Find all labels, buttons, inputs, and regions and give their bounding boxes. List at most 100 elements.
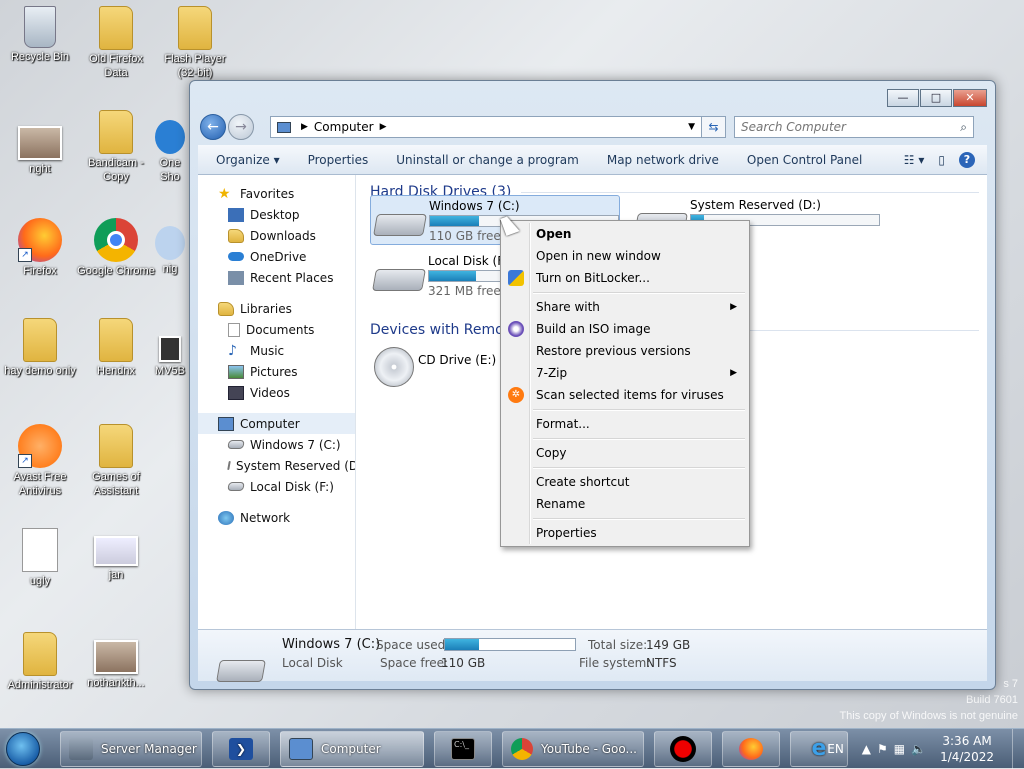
desktop-icon-recycle-bin[interactable]: Recycle Bin (0, 6, 80, 64)
nav-drive-d[interactable]: System Reserved (D: (198, 455, 355, 476)
taskbar-recorder[interactable] (654, 730, 712, 767)
desktop-icon-flash-player[interactable]: Flash Player (32-bit) (155, 6, 235, 80)
menu-item-copy[interactable]: Copy (503, 442, 747, 464)
taskbar-chrome-youtube[interactable]: YouTube - Goo... (502, 730, 644, 767)
nav-downloads[interactable]: Downloads (198, 225, 355, 246)
menu-item-share-with[interactable]: Share with ▶ (503, 296, 747, 318)
properties-button[interactable]: Properties (308, 153, 369, 167)
nav-drive-f[interactable]: Local Disk (F:) (198, 476, 355, 497)
network-status-icon[interactable]: ▦ (894, 742, 905, 756)
refresh-button[interactable]: ⇆ (702, 116, 726, 138)
nav-music[interactable]: ♪ Music (198, 340, 355, 361)
search-input[interactable] (741, 120, 941, 134)
menu-item-create-shortcut[interactable]: Create shortcut (503, 471, 747, 493)
uninstall-program-button[interactable]: Uninstall or change a program (396, 153, 579, 167)
menu-item-properties[interactable]: Properties (503, 522, 747, 544)
breadcrumb-computer[interactable]: Computer (314, 120, 374, 134)
address-field[interactable]: ▶ Computer ▶ ▼ (270, 116, 702, 138)
video-filmstrip-icon (228, 385, 244, 400)
chrome-icon (511, 737, 533, 760)
windows-orb-icon (6, 731, 40, 766)
menu-item-scan-viruses[interactable]: ✲ Scan selected items for viruses (503, 384, 747, 406)
desktop-icon-nig[interactable]: nig (150, 226, 190, 276)
show-desktop-button[interactable] (1012, 729, 1024, 769)
search-box[interactable]: ⌕ (734, 116, 974, 138)
folder-icon (99, 318, 133, 362)
desktop-icon-games-of-assistant[interactable]: Games of Assistant (76, 424, 156, 498)
menu-item-format[interactable]: Format... (503, 413, 747, 435)
help-icon[interactable]: ? (959, 151, 975, 168)
desktop-icon-bandicam-copy[interactable]: Bandicam - Copy (76, 110, 156, 184)
desktop-icon-nght[interactable]: nght (0, 120, 80, 176)
nav-documents[interactable]: Documents (198, 319, 355, 340)
start-button[interactable] (0, 729, 46, 769)
desktop-icon-avast[interactable]: ↗ Avast Free Antivirus (0, 424, 80, 498)
change-view-icon[interactable]: ☷ ▾ (904, 153, 925, 167)
language-indicator[interactable]: EN (827, 742, 844, 756)
organize-button[interactable]: Organize ▾ (216, 153, 280, 167)
action-center-flag-icon[interactable]: ⚑ (877, 742, 888, 756)
menu-item-restore-versions[interactable]: Restore previous versions (503, 340, 747, 362)
desktop-icon-nothankth[interactable]: nothankth... (76, 640, 156, 690)
volume-icon[interactable]: 🔈 (911, 742, 926, 756)
desktop-icon-firefox[interactable]: ↗ Firefox (0, 218, 80, 278)
forward-button[interactable]: → (228, 114, 254, 140)
window-controls: — □ ✕ (887, 89, 987, 107)
refresh-icon: ⇆ (708, 120, 719, 134)
open-control-panel-button[interactable]: Open Control Panel (747, 153, 862, 167)
minimize-button[interactable]: — (887, 89, 919, 107)
show-hidden-icons-icon[interactable]: ▲ (862, 742, 871, 756)
taskbar-firefox[interactable] (722, 730, 780, 767)
desktop-icon-mv5b[interactable]: MV5B (150, 336, 190, 378)
drive-name: CD Drive (E:) (418, 353, 497, 367)
menu-item-build-iso[interactable]: Build an ISO image (503, 318, 747, 340)
nav-computer[interactable]: Computer (198, 413, 355, 434)
details-drive-name: Windows 7 (C:) (282, 637, 381, 652)
desktop-icon-hendnx[interactable]: Hendnx (76, 318, 156, 378)
close-button[interactable]: ✕ (953, 89, 987, 107)
clock[interactable]: 3:36 AM 1/4/2022 (940, 733, 994, 765)
taskbar-computer[interactable]: Computer (280, 730, 424, 767)
desktop-icon-ugly[interactable]: ugly (0, 528, 80, 588)
details-pane: Windows 7 (C:) Local Disk Space used: Sp… (198, 629, 987, 682)
submenu-arrow-icon: ▶ (730, 302, 737, 312)
taskbar-powershell[interactable]: ❯ (212, 730, 270, 767)
breadcrumb-chevron-icon[interactable]: ▶ (380, 122, 387, 132)
map-network-drive-button[interactable]: Map network drive (607, 153, 719, 167)
address-dropdown-icon[interactable]: ▼ (688, 122, 695, 132)
desktop-icon-one-sho[interactable]: One Sho (150, 120, 190, 184)
nav-network[interactable]: Network (198, 507, 355, 528)
desktop-icon-hay-demo-only[interactable]: hay demo only (0, 318, 80, 378)
folder-icon (99, 424, 133, 468)
hard-drive-windows-icon (216, 660, 266, 682)
pictures-icon (228, 364, 244, 379)
nav-videos[interactable]: Videos (198, 382, 355, 403)
nav-recent-places[interactable]: Recent Places (198, 267, 355, 288)
desktop-icon-administrator[interactable]: Administrator (0, 632, 80, 692)
taskbar-server-manager[interactable]: Server Manager (60, 730, 202, 767)
nav-onedrive[interactable]: OneDrive (198, 246, 355, 267)
folder-icon (23, 318, 57, 362)
nav-desktop[interactable]: Desktop (198, 204, 355, 225)
menu-item-bitlocker[interactable]: Turn on BitLocker... (503, 267, 747, 289)
taskbar-command-prompt[interactable]: C:\_ (434, 730, 492, 767)
desktop-icon-old-firefox-data[interactable]: Old Firefox Data (76, 6, 156, 80)
menu-item-rename[interactable]: Rename (503, 493, 747, 515)
nav-favorites[interactable]: ★ Favorites (198, 183, 355, 204)
downloads-folder-icon (228, 228, 244, 243)
desktop-icon-google-chrome[interactable]: Google Chrome (76, 218, 156, 278)
cloud-icon (228, 252, 244, 261)
star-icon: ★ (218, 185, 231, 202)
menu-item-open[interactable]: Open (503, 223, 747, 245)
back-button[interactable]: ← (200, 114, 226, 140)
search-icon[interactable]: ⌕ (960, 120, 973, 135)
nav-pictures[interactable]: Pictures (198, 361, 355, 382)
desktop-icon-jan[interactable]: jan (76, 536, 156, 582)
powershell-icon: ❯ (229, 737, 253, 760)
preview-pane-icon[interactable]: ▯ (938, 153, 945, 167)
menu-item-7zip[interactable]: 7-Zip ▶ (503, 362, 747, 384)
maximize-button[interactable]: □ (920, 89, 952, 107)
nav-drive-c[interactable]: Windows 7 (C:) (198, 434, 355, 455)
nav-libraries[interactable]: Libraries (198, 298, 355, 319)
menu-item-open-new-window[interactable]: Open in new window (503, 245, 747, 267)
